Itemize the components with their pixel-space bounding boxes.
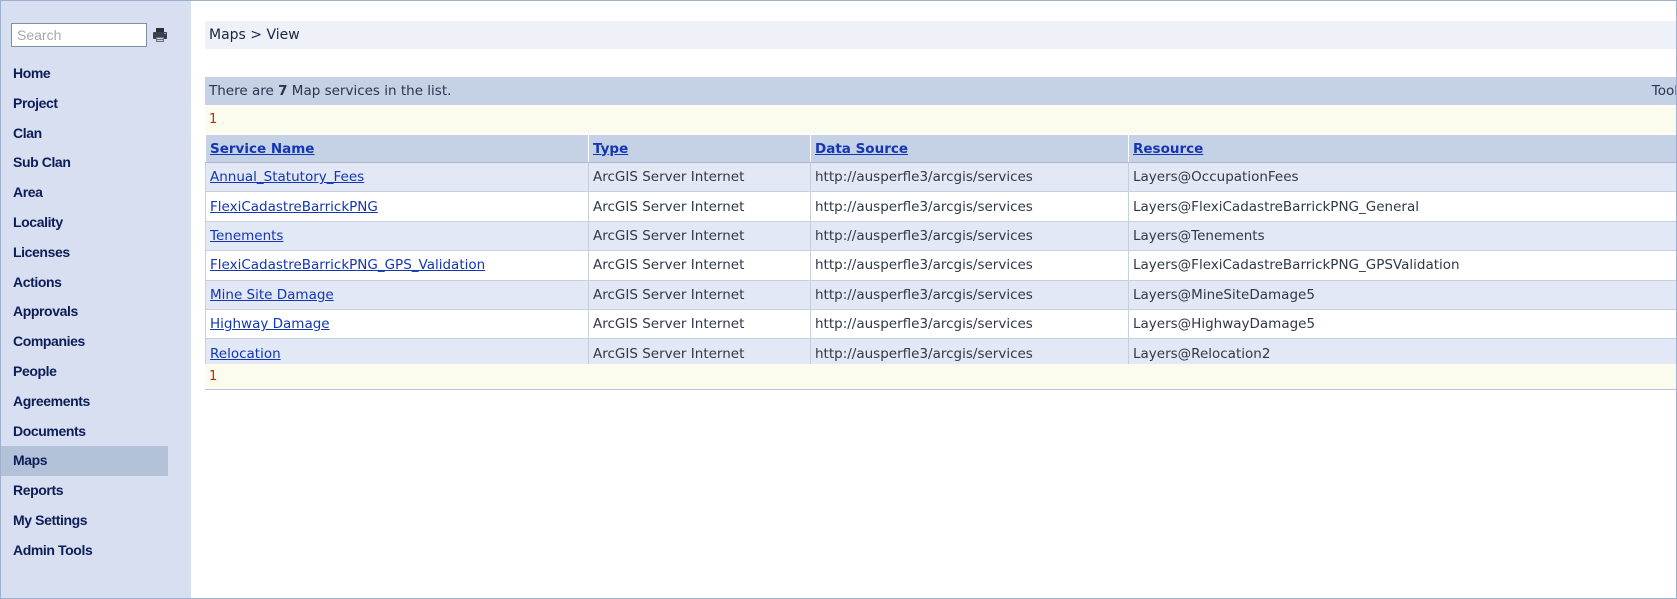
sidebar-item-approvals[interactable]: Approvals <box>1 297 168 327</box>
tools-link[interactable]: Tool <box>1652 77 1676 105</box>
sidebar-item-people[interactable]: People <box>1 357 168 387</box>
sidebar-nav: Home Project Clan Sub Clan Area Locality… <box>1 59 191 566</box>
resource-cell: Layers@FlexiCadastreBarrickPNG_GPSValida… <box>1128 250 1676 281</box>
resource-cell: Layers@Tenements <box>1128 220 1676 252</box>
summary-prefix: There are <box>209 83 279 99</box>
sort-data-source-link[interactable]: Data Source <box>815 141 908 157</box>
service-link[interactable]: FlexiCadastreBarrickPNG_GPS_Validation <box>210 257 485 273</box>
sidebar-item-documents[interactable]: Documents <box>1 417 168 447</box>
type-cell: ArcGIS Server Internet <box>588 191 811 222</box>
sort-service-name-link[interactable]: Service Name <box>210 141 314 157</box>
sidebar-item-my-settings[interactable]: My Settings <box>1 506 168 536</box>
pager-bottom: 1 <box>205 364 1676 390</box>
service-link[interactable]: Highway Damage <box>210 316 330 332</box>
service-link[interactable]: Tenements <box>210 228 283 244</box>
service-name-cell: Highway Damage <box>205 308 589 340</box>
table-row: Highway Damage ArcGIS Server Internet ht… <box>205 308 1676 340</box>
sidebar-item-agreements[interactable]: Agreements <box>1 387 168 417</box>
sort-resource-link[interactable]: Resource <box>1133 141 1203 157</box>
service-name-cell: FlexiCadastreBarrickPNG_GPS_Validation <box>205 250 589 281</box>
page-number[interactable]: 1 <box>209 369 217 384</box>
summary-suffix: Map services in the list. <box>287 83 452 99</box>
column-header-resource: Resource <box>1128 134 1676 163</box>
sidebar-item-home[interactable]: Home <box>1 59 168 89</box>
sidebar-item-clan[interactable]: Clan <box>1 119 168 149</box>
type-cell: ArcGIS Server Internet <box>588 220 811 252</box>
sidebar-item-reports[interactable]: Reports <box>1 476 168 506</box>
sidebar-item-licenses[interactable]: Licenses <box>1 238 168 268</box>
type-cell: ArcGIS Server Internet <box>588 161 811 193</box>
sidebar-item-sub-clan[interactable]: Sub Clan <box>1 148 168 178</box>
resource-cell: Layers@MineSiteDamage5 <box>1128 279 1676 310</box>
sidebar-item-companies[interactable]: Companies <box>1 327 168 357</box>
type-cell: ArcGIS Server Internet <box>588 250 811 281</box>
table-row: Annual_Statutory_Fees ArcGIS Server Inte… <box>205 161 1676 193</box>
search-input[interactable] <box>11 23 147 47</box>
search-box <box>11 23 171 51</box>
resource-cell: Layers@OccupationFees <box>1128 161 1676 193</box>
sidebar-item-project[interactable]: Project <box>1 89 168 119</box>
sidebar-item-area[interactable]: Area <box>1 178 168 208</box>
table-row: Tenements ArcGIS Server Internet http://… <box>205 220 1676 252</box>
service-name-cell: Mine Site Damage <box>205 279 589 310</box>
service-link[interactable]: Relocation <box>210 346 281 362</box>
table-row: FlexiCadastreBarrickPNG ArcGIS Server In… <box>205 191 1676 222</box>
data-source-cell: http://ausperfle3/arcgis/services <box>810 308 1129 340</box>
column-header-type: Type <box>588 134 811 163</box>
sidebar-item-actions[interactable]: Actions <box>1 268 168 298</box>
type-cell: ArcGIS Server Internet <box>588 308 811 340</box>
page-number[interactable]: 1 <box>209 112 217 127</box>
type-cell: ArcGIS Server Internet <box>588 279 811 310</box>
table-row: Mine Site Damage ArcGIS Server Internet … <box>205 279 1676 310</box>
printer-icon[interactable] <box>152 28 168 42</box>
services-table: Service Name Type Data Source Resource A… <box>205 134 1676 369</box>
table-row: FlexiCadastreBarrickPNG_GPS_Validation A… <box>205 250 1676 281</box>
column-header-data-source: Data Source <box>810 134 1129 163</box>
sidebar-item-admin-tools[interactable]: Admin Tools <box>1 536 168 566</box>
data-source-cell: http://ausperfle3/arcgis/services <box>810 161 1129 193</box>
service-link[interactable]: Annual_Statutory_Fees <box>210 169 364 185</box>
resource-cell: Layers@HighwayDamage5 <box>1128 308 1676 340</box>
data-source-cell: http://ausperfle3/arcgis/services <box>810 220 1129 252</box>
data-source-cell: http://ausperfle3/arcgis/services <box>810 191 1129 222</box>
sidebar-item-maps[interactable]: Maps <box>1 446 168 477</box>
service-name-cell: FlexiCadastreBarrickPNG <box>205 191 589 222</box>
data-source-cell: http://ausperfle3/arcgis/services <box>810 250 1129 281</box>
app-frame: Home Project Clan Sub Clan Area Locality… <box>0 0 1677 599</box>
pager-top: 1 <box>205 107 1676 133</box>
sort-type-link[interactable]: Type <box>593 141 628 157</box>
service-name-cell: Annual_Statutory_Fees <box>205 161 589 193</box>
column-header-service-name: Service Name <box>205 134 589 163</box>
data-source-cell: http://ausperfle3/arcgis/services <box>810 279 1129 310</box>
breadcrumb: Maps > View <box>205 21 1676 49</box>
table-header-row: Service Name Type Data Source Resource <box>205 134 1676 163</box>
service-name-cell: Tenements <box>205 220 589 252</box>
sidebar: Home Project Clan Sub Clan Area Locality… <box>1 1 191 598</box>
summary-bar: There are 7 Map services in the list. To… <box>205 77 1676 105</box>
main-content: Maps > View There are 7 Map services in … <box>205 1 1676 598</box>
resource-cell: Layers@FlexiCadastreBarrickPNG_General <box>1128 191 1676 222</box>
service-link[interactable]: Mine Site Damage <box>210 287 334 303</box>
sidebar-item-locality[interactable]: Locality <box>1 208 168 238</box>
service-count: 7 <box>278 83 288 99</box>
service-link[interactable]: FlexiCadastreBarrickPNG <box>210 199 378 215</box>
